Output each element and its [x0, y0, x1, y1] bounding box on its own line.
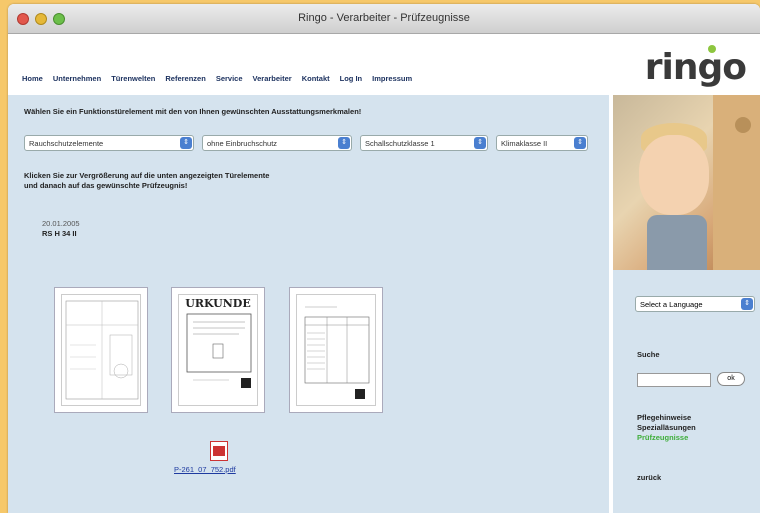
nav-referenzen[interactable]: Referenzen	[165, 74, 205, 83]
search-label: Suche	[637, 350, 660, 359]
nav-unternehmen[interactable]: Unternehmen	[53, 74, 101, 83]
thumbnail-drawing[interactable]	[54, 287, 148, 413]
urkunde-preview: URKUNDE	[178, 294, 258, 406]
back-link[interactable]: zurück	[637, 473, 661, 482]
drawing-preview	[61, 294, 141, 406]
main-content: Wählen Sie ein Funktionstürelement mit d…	[8, 95, 609, 513]
nav-verarbeiter[interactable]: Verarbeiter	[253, 74, 292, 83]
nav-tuerenwelten[interactable]: Türenwelten	[111, 74, 155, 83]
dropdown-arrow-icon: ⇕	[574, 137, 586, 149]
nav-kontakt[interactable]: Kontakt	[302, 74, 330, 83]
dropdown-arrow-icon: ⇕	[338, 137, 350, 149]
child-photo	[613, 95, 760, 270]
select-klimaklasse[interactable]: Klimaklasse II ⇕	[496, 135, 588, 151]
select-funktion-value: Rauchschutzelemente	[29, 139, 104, 148]
filter-selects: Rauchschutzelemente ⇕ ohne Einbruchschut…	[24, 135, 588, 151]
window-title: Ringo - Verarbeiter - Prüfzeugnisse	[298, 12, 470, 24]
select-schallschutz[interactable]: Schallschutzklasse 1 ⇕	[360, 135, 488, 151]
click-instruction: Klicken Sie zur Vergrößerung auf die unt…	[24, 171, 269, 191]
select-einbruchschutz[interactable]: ohne Einbruchschutz ⇕	[202, 135, 352, 151]
browser-window: Ringo - Verarbeiter - Prüfzeugnisse Home…	[8, 4, 760, 513]
urkunde-heading: URKUNDE	[185, 297, 251, 310]
pdf-download-link[interactable]: P-261_07_752.pdf	[174, 465, 236, 474]
language-select-value: Select a Language	[640, 300, 703, 309]
ringo-logo[interactable]: ringo	[645, 47, 747, 88]
face-graphic	[639, 135, 709, 215]
dropdown-arrow-icon: ⇕	[474, 137, 486, 149]
dropdown-arrow-icon: ⇕	[180, 137, 192, 149]
select-klimaklasse-value: Klimaklasse II	[501, 139, 548, 148]
click-instruction-line2: und danach auf das gewünschte Prüfzeugni…	[24, 181, 188, 190]
table-preview	[296, 294, 376, 406]
thumbnail-urkunde[interactable]: URKUNDE	[171, 287, 265, 413]
nav-home[interactable]: Home	[22, 74, 43, 83]
dropdown-arrow-icon: ⇕	[741, 298, 753, 310]
nav-service[interactable]: Service	[216, 74, 243, 83]
select-einbruchschutz-value: ohne Einbruchschutz	[207, 139, 278, 148]
instruction-text: Wählen Sie ein Funktionstürelement mit d…	[24, 107, 362, 116]
element-code: RS H 34 II	[42, 229, 77, 238]
thumbnail-table[interactable]	[289, 287, 383, 413]
link-pruefzeugnisse[interactable]: Prüfzeugnisse	[637, 433, 696, 443]
site-header: Home Unternehmen Türenwelten Referenzen …	[8, 35, 760, 95]
link-spezialloesungen[interactable]: Spezialläsungen	[637, 423, 696, 433]
shirt-graphic	[647, 215, 707, 270]
search-ok-button[interactable]: ok	[717, 372, 745, 386]
language-select[interactable]: Select a Language ⇕	[635, 296, 755, 312]
click-instruction-line1: Klicken Sie zur Vergrößerung auf die unt…	[24, 171, 270, 180]
sidebar-links: Pflegehinweise Spezialläsungen Prüfzeugn…	[637, 413, 696, 443]
title-bar: Ringo - Verarbeiter - Prüfzeugnisse	[8, 4, 760, 34]
pdf-icon[interactable]	[210, 441, 228, 461]
door-knob-graphic	[735, 117, 751, 133]
element-date: 20.01.2005	[42, 219, 80, 228]
sidebar: Select a Language ⇕ Suche ok Pflegehinwe…	[609, 95, 760, 513]
select-schallschutz-value: Schallschutzklasse 1	[365, 139, 435, 148]
select-funktion[interactable]: Rauchschutzelemente ⇕	[24, 135, 194, 151]
link-pflegehinweise[interactable]: Pflegehinweise	[637, 413, 696, 423]
nav-login[interactable]: Log In	[340, 74, 363, 83]
nav-impressum[interactable]: Impressum	[372, 74, 412, 83]
search-input[interactable]	[637, 373, 711, 387]
main-navigation: Home Unternehmen Türenwelten Referenzen …	[22, 74, 412, 83]
